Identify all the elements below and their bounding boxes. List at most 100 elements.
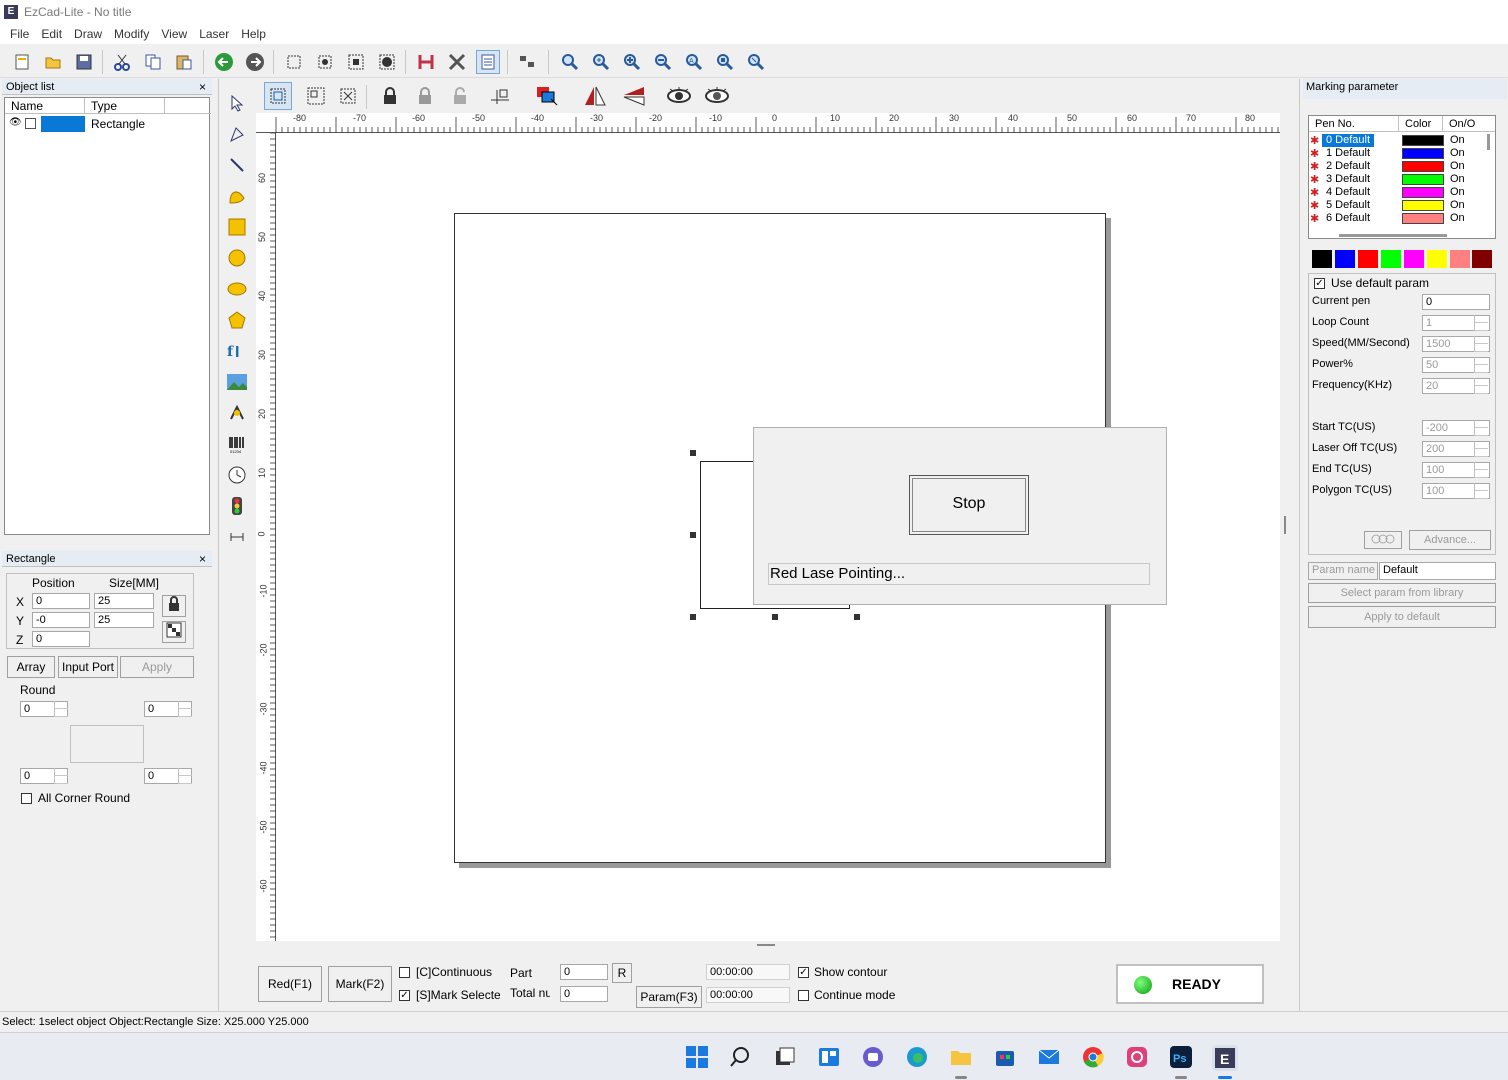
zoom-all-icon[interactable]: A	[682, 50, 706, 74]
palette-swatch[interactable]	[1335, 250, 1355, 268]
apply-button[interactable]: Apply	[120, 656, 194, 678]
palette-swatch[interactable]	[1427, 250, 1447, 268]
vector-file-icon[interactable]	[224, 400, 250, 426]
round-bl-spinner[interactable]	[54, 768, 68, 784]
hatch-icon[interactable]	[414, 50, 438, 74]
col-pen-header[interactable]: Pen No.	[1309, 116, 1399, 132]
properties-icon[interactable]	[476, 50, 500, 74]
wobble-icon[interactable]	[1364, 531, 1402, 549]
selection-handle[interactable]	[690, 614, 696, 620]
round-tr-spinner[interactable]	[178, 701, 192, 717]
apply-default-button[interactable]: Apply to default	[1308, 606, 1496, 628]
node-edit-icon[interactable]	[224, 121, 250, 147]
forward-arrow-icon[interactable]	[243, 50, 267, 74]
widgets-icon[interactable]	[817, 1045, 841, 1069]
tools-icon[interactable]	[445, 50, 469, 74]
cut-icon[interactable]	[110, 50, 134, 74]
mirror-vertical-icon[interactable]	[620, 82, 648, 110]
eye-icon[interactable]: 👁	[9, 117, 22, 128]
chrome-icon[interactable]	[1081, 1045, 1105, 1069]
pen-row[interactable]: ✱ 4 Default On	[1310, 186, 1486, 199]
laser-off-tc-spinner[interactable]	[1474, 441, 1488, 457]
lock-checkbox[interactable]	[25, 118, 36, 129]
advance-button[interactable]: Advance...	[1409, 530, 1491, 550]
zoom-icon[interactable]	[558, 50, 582, 74]
continuous-checkbox[interactable]	[399, 967, 410, 978]
timer-icon[interactable]	[224, 462, 250, 488]
reference-point-icon[interactable]	[486, 82, 514, 110]
menu-file[interactable]: File	[4, 27, 35, 41]
ellipse-icon[interactable]	[224, 276, 250, 302]
selection-handle[interactable]	[690, 532, 696, 538]
zoom-in-icon[interactable]	[589, 50, 613, 74]
combine-icon[interactable]	[334, 82, 362, 110]
hide-icon[interactable]	[702, 82, 732, 110]
menu-laser[interactable]: Laser	[193, 27, 235, 41]
pen-row[interactable]: ✱ 5 Default On	[1310, 199, 1486, 212]
palette-swatch[interactable]	[1472, 250, 1492, 268]
start-icon[interactable]	[685, 1045, 709, 1069]
photoshop-icon[interactable]: Ps	[1169, 1045, 1193, 1069]
speed-spinner[interactable]	[1474, 336, 1488, 352]
zoom-out-icon[interactable]	[651, 50, 675, 74]
x-position-input[interactable]: 0	[32, 593, 90, 609]
lock-icon[interactable]	[376, 82, 404, 110]
reset-button[interactable]: R	[612, 963, 632, 983]
table-row[interactable]: 👁 Rectangle	[5, 116, 211, 132]
pointer-icon[interactable]	[224, 90, 250, 116]
menu-modify[interactable]: Modify	[108, 27, 155, 41]
total-input[interactable]: 0	[560, 986, 608, 1002]
task-view-icon[interactable]	[773, 1045, 797, 1069]
menu-draw[interactable]: Draw	[68, 27, 108, 41]
select-nodes-icon[interactable]	[282, 50, 306, 74]
show-contour-checkbox[interactable]: ✓	[798, 967, 809, 978]
stop-button[interactable]: Stop	[909, 475, 1029, 535]
round-br-spinner[interactable]	[178, 768, 192, 784]
edge-icon[interactable]	[905, 1045, 929, 1069]
zoom-selected-icon[interactable]	[713, 50, 737, 74]
menu-edit[interactable]: Edit	[35, 27, 68, 41]
selection-handle[interactable]	[772, 614, 778, 620]
mirror-horizontal-icon[interactable]	[581, 82, 609, 110]
loop-count-spinner[interactable]	[1474, 315, 1488, 331]
zoom-page-icon[interactable]	[744, 50, 768, 74]
param-button[interactable]: Param(F3)	[636, 986, 702, 1008]
ezcad-icon[interactable]: E	[1212, 1045, 1238, 1071]
line-icon[interactable]	[224, 152, 250, 178]
palette-swatch[interactable]	[1358, 250, 1378, 268]
anchor-grid-icon[interactable]	[162, 621, 186, 643]
param-name-input[interactable]: Default	[1379, 562, 1496, 580]
col-color-header[interactable]: Color	[1399, 116, 1443, 132]
y-position-input[interactable]: -0	[32, 612, 90, 628]
pen-row[interactable]: ✱ 3 Default On	[1310, 173, 1486, 186]
unlock-all-icon[interactable]	[446, 82, 474, 110]
part-input[interactable]: 0	[560, 964, 608, 980]
paste-icon[interactable]	[172, 50, 196, 74]
search-icon[interactable]	[729, 1045, 753, 1069]
mark-button[interactable]: Mark(F2)	[328, 966, 392, 1002]
creative-cloud-icon[interactable]	[1125, 1045, 1149, 1069]
z-position-input[interactable]: 0	[32, 631, 90, 647]
close-icon[interactable]: ×	[199, 79, 206, 95]
use-default-checkbox[interactable]: ✓	[1314, 278, 1325, 289]
continue-mode-checkbox[interactable]	[798, 990, 809, 1001]
pen-row[interactable]: ✱ 2 Default On	[1310, 160, 1486, 173]
menu-help[interactable]: Help	[235, 27, 272, 41]
array-button[interactable]: Array	[7, 656, 55, 678]
palette-swatch[interactable]	[1450, 250, 1470, 268]
new-file-icon[interactable]	[10, 50, 34, 74]
extend-axis-icon[interactable]	[224, 524, 250, 550]
polygon-icon[interactable]	[224, 307, 250, 333]
save-icon[interactable]	[72, 50, 96, 74]
palette-swatch[interactable]	[1312, 250, 1332, 268]
image-icon[interactable]	[224, 369, 250, 395]
curve-icon[interactable]	[224, 183, 250, 209]
end-tc-spinner[interactable]	[1474, 462, 1488, 478]
barcode-icon[interactable]: 01234	[224, 431, 250, 457]
zoom-in-plus-icon[interactable]	[620, 50, 644, 74]
object-list[interactable]: Name Type 👁 Rectangle	[4, 97, 211, 535]
col-type-header[interactable]: Type	[85, 98, 165, 114]
unlock-icon[interactable]	[411, 82, 439, 110]
ungroup-icon[interactable]	[302, 82, 330, 110]
select-all-icon[interactable]	[344, 50, 368, 74]
